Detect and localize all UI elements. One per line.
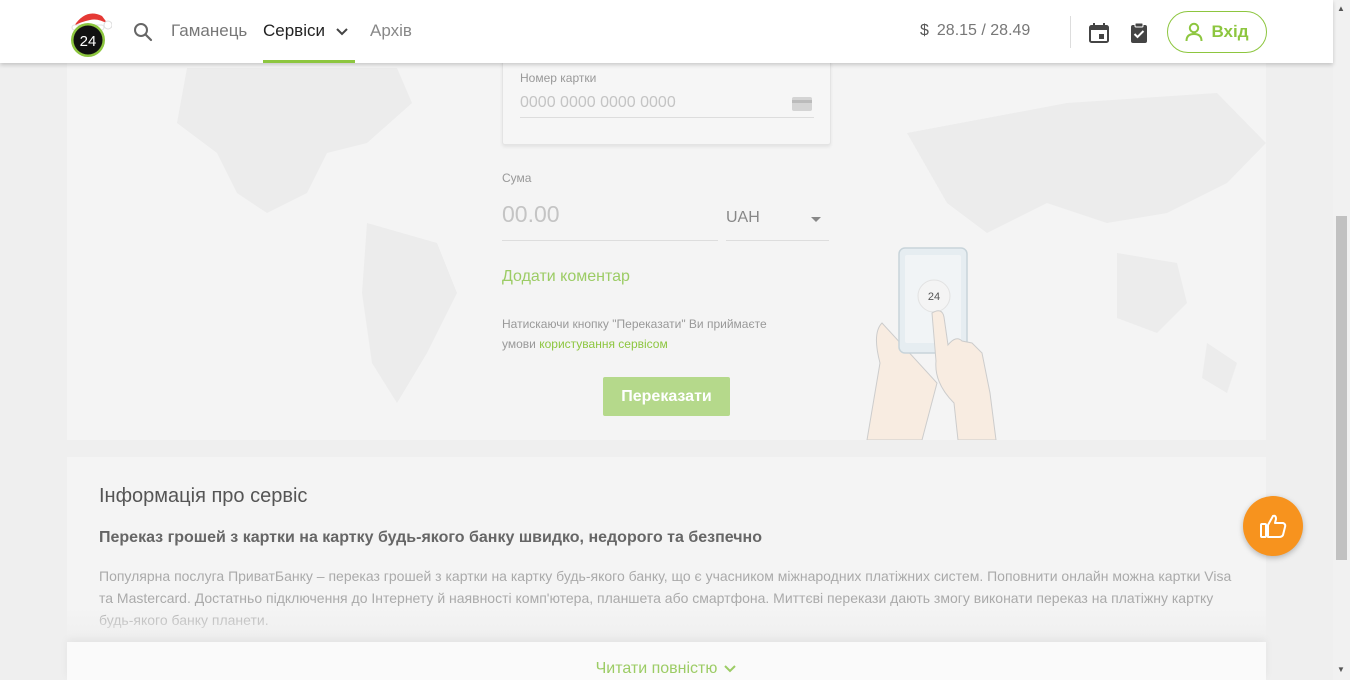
info-subtitle: Переказ грошей з картки на картку будь-я…: [99, 529, 762, 546]
scroll-down-arrow-icon[interactable]: ▼: [1337, 665, 1345, 674]
add-comment-link[interactable]: Додати коментар: [502, 268, 630, 286]
card-number-placeholder: 0000 0000 0000 0000: [520, 94, 676, 111]
phone-hand-illustration: 24: [866, 247, 997, 440]
sum-label: Сума: [502, 171, 532, 185]
transfer-button[interactable]: Переказати: [603, 377, 730, 416]
page-scrollbar[interactable]: ▲ ▼: [1333, 0, 1350, 680]
transfer-form-panel: Номер картки 0000 0000 0000 0000 Сума 00…: [67, 63, 1266, 440]
card-number-input[interactable]: 0000 0000 0000 0000: [520, 88, 814, 118]
terms-link[interactable]: користування сервісом: [539, 337, 668, 351]
logo-text: 24: [80, 33, 97, 50]
chevron-down-icon[interactable]: [334, 24, 350, 40]
clipboard-check-icon[interactable]: [1128, 22, 1150, 44]
calendar-icon[interactable]: [1088, 22, 1110, 44]
nav-wallet[interactable]: Гаманець: [171, 21, 247, 41]
scroll-thumb[interactable]: [1336, 216, 1347, 560]
scroll-up-arrow-icon[interactable]: ▲: [1337, 4, 1345, 13]
feedback-button[interactable]: [1243, 496, 1303, 556]
user-icon: [1185, 22, 1203, 42]
nav-archive[interactable]: Архів: [370, 21, 412, 41]
sum-placeholder: 00.00: [502, 201, 560, 227]
login-label: Вхід: [1211, 22, 1249, 41]
sum-input[interactable]: 00.00: [502, 201, 718, 241]
dropdown-caret-icon: [811, 217, 821, 222]
info-title: Інформація про сервіс: [99, 485, 308, 507]
nav-active-indicator: [263, 60, 355, 63]
chevron-down-icon: [724, 665, 737, 673]
phone-screen-text: 24: [928, 291, 940, 303]
exchange-rate-value: 28.15 / 28.49: [936, 22, 1031, 39]
currency-select[interactable]: UAH: [726, 209, 829, 241]
exchange-rate: $28.15 / 28.49: [920, 22, 1030, 40]
read-more-label: Читати повністю: [595, 660, 718, 677]
thumbs-up-icon: [1260, 514, 1287, 538]
search-icon[interactable]: [133, 22, 153, 42]
card-number-box: Номер картки 0000 0000 0000 0000: [502, 63, 831, 145]
read-more-bar: Читати повністю: [67, 642, 1266, 680]
terms-text: Натискаючи кнопку "Переказати" Ви прийма…: [502, 314, 802, 354]
currency-value: UAH: [726, 209, 760, 226]
nav-services[interactable]: Сервіси: [263, 21, 325, 41]
privat24-logo[interactable]: 24: [68, 8, 113, 58]
card-number-label: Номер картки: [520, 71, 597, 85]
text-fade-overlay: [67, 607, 1266, 642]
read-more-link[interactable]: Читати повністю: [67, 660, 1266, 678]
top-header: 24 Гаманець Сервіси Архів $28.15 / 28.49…: [0, 0, 1333, 63]
credit-card-icon: [792, 97, 812, 111]
header-divider: [1070, 16, 1071, 48]
login-button[interactable]: Вхід: [1167, 11, 1267, 53]
currency-symbol: $: [920, 22, 929, 39]
